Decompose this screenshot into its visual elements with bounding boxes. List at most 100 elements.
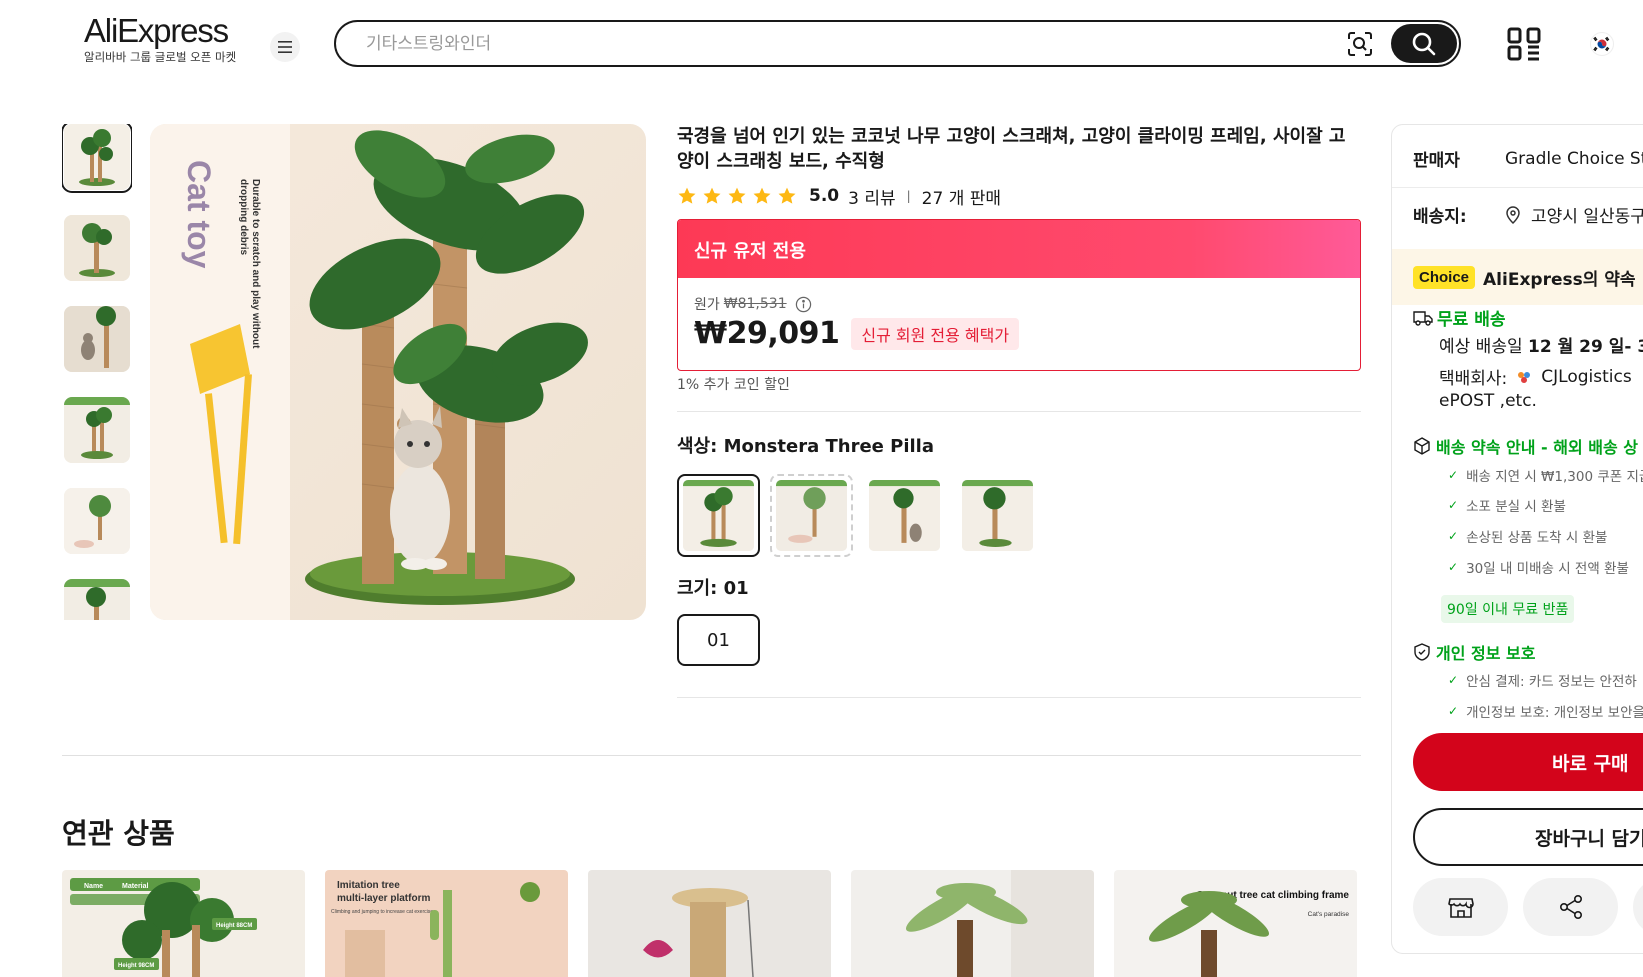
original-price-row: 원가 ₩81,531 bbox=[694, 294, 812, 314]
courier-name: CJLogistics bbox=[1541, 366, 1632, 387]
purchase-panel: 판매자 Gradle Choice St 배송지: 고양시 일산동구 Choic… bbox=[1391, 124, 1643, 954]
promise-item-text: 손상된 상품 도착 시 환불 bbox=[1466, 530, 1608, 546]
related-card-heading-2: multi-layer platform bbox=[337, 893, 430, 904]
search-button[interactable] bbox=[1391, 24, 1457, 63]
promise-item-text: 소포 분실 시 환불 bbox=[1466, 499, 1566, 515]
product-thumbnail-image bbox=[64, 579, 130, 620]
menu-button[interactable] bbox=[270, 32, 300, 62]
related-product-card[interactable]: Coconut tree cat climbing frame Cat's pa… bbox=[1114, 870, 1357, 977]
related-card-subheading: Cat's paradise bbox=[1308, 911, 1350, 918]
search-bar bbox=[334, 20, 1461, 67]
related-tag-height-98: Height 98CM bbox=[118, 963, 154, 969]
product-thumbnail-image bbox=[64, 488, 130, 554]
divider bbox=[677, 411, 1361, 412]
star-icon bbox=[753, 187, 771, 204]
privacy-item-text: 개인정보 보호: 개인정보 보안을 bbox=[1466, 705, 1643, 721]
box-icon bbox=[1414, 437, 1430, 455]
language-selector[interactable] bbox=[1590, 32, 1614, 56]
delivery-promise-label: 배송 약속 안내 - 해외 배송 상 bbox=[1436, 438, 1638, 457]
choice-promise-text: AliExpress의 약속 bbox=[1483, 269, 1636, 290]
buy-now-button[interactable]: 바로 구매 bbox=[1413, 733, 1643, 791]
color-option-2[interactable] bbox=[770, 474, 853, 557]
original-price: ₩81,531 bbox=[723, 296, 787, 312]
ship-to-value[interactable]: 고양시 일산동구 bbox=[1531, 202, 1643, 227]
size-label: 크기: 01 bbox=[677, 578, 749, 599]
free-return-badge: 90일 이내 무료 반품 bbox=[1441, 595, 1575, 623]
color-option-1[interactable] bbox=[677, 474, 760, 557]
related-tag-material: Material bbox=[122, 883, 149, 890]
related-card-subheading: Climbing and jumping to increase cat exe… bbox=[331, 909, 433, 915]
location-pin-icon bbox=[1506, 205, 1520, 224]
thumbnail-5[interactable] bbox=[64, 488, 130, 554]
share-icon bbox=[1559, 894, 1582, 919]
delivery-label: 예상 배송일 bbox=[1439, 337, 1523, 357]
wishlist-button[interactable] bbox=[1633, 878, 1643, 936]
sale-price: ₩29,091 bbox=[694, 316, 840, 351]
app-download-button[interactable] bbox=[1506, 26, 1542, 62]
related-card-heading-1: Imitation tree bbox=[337, 880, 400, 891]
logo-wordmark: AliExpress bbox=[84, 12, 229, 49]
product-thumbnail-image bbox=[64, 306, 130, 372]
rating-row: 5.0 3 리뷰 | 27 개 판매 bbox=[677, 183, 1001, 209]
check-icon: ✓ bbox=[1448, 704, 1459, 718]
product-thumbnail-image bbox=[64, 215, 130, 281]
shield-icon bbox=[1414, 643, 1430, 661]
related-product-card[interactable]: Name Material Height 88CM Height 98CM bbox=[62, 870, 305, 977]
color-option-3[interactable] bbox=[863, 474, 946, 557]
privacy-title[interactable]: 개인 정보 보호 bbox=[1413, 640, 1535, 664]
aliexpress-logo[interactable]: AliExpress 알리바바 그룹 글로벌 오픈 마켓 bbox=[84, 14, 244, 65]
courier-label: 택배회사: bbox=[1439, 369, 1508, 389]
divider bbox=[62, 755, 1361, 756]
add-to-cart-button[interactable]: 장바구니 담기 bbox=[1413, 808, 1643, 866]
delivery-date: 12 월 29 일- 3 bbox=[1528, 337, 1643, 357]
search-icon bbox=[1412, 32, 1436, 55]
star-rating[interactable] bbox=[677, 186, 797, 206]
rating-value: 5.0 bbox=[809, 186, 840, 206]
image-caption-1: Durable to scratch and play without bbox=[250, 179, 261, 349]
check-icon: ✓ bbox=[1448, 560, 1459, 574]
thumbnail-1[interactable] bbox=[62, 124, 132, 193]
promise-item: ✓ 배송 지연 시 ₩1,300 쿠폰 지급 bbox=[1448, 465, 1643, 485]
related-product-card[interactable]: Imitation tree multi-layer platform Clim… bbox=[325, 870, 568, 977]
ship-to-label: 배송지: bbox=[1413, 207, 1467, 227]
related-product-image bbox=[851, 870, 1094, 977]
courier-logo-icon bbox=[1518, 371, 1531, 383]
search-input[interactable] bbox=[366, 31, 1266, 57]
share-button[interactable] bbox=[1523, 878, 1618, 936]
color-option-4[interactable] bbox=[956, 474, 1039, 557]
thumbnail-2[interactable] bbox=[64, 215, 130, 281]
size-option-01[interactable]: 01 bbox=[677, 614, 760, 666]
thumbnail-6[interactable] bbox=[64, 579, 130, 620]
original-price-label: 원가 bbox=[694, 297, 720, 313]
free-shipping-label: 무료 배송 bbox=[1437, 310, 1506, 330]
new-user-promo-box: 신규 유저 전용 원가 ₩81,531 ₩29,091 신규 회원 전용 혜택가 bbox=[677, 219, 1361, 371]
promise-item-text: 30일 내 미배송 시 전액 환불 bbox=[1466, 561, 1629, 577]
choice-badge: Choice bbox=[1413, 265, 1476, 289]
related-product-card[interactable] bbox=[588, 870, 831, 977]
image-search-button[interactable] bbox=[1347, 31, 1373, 57]
review-count[interactable]: 3 리뷰 bbox=[848, 184, 896, 209]
promise-item: ✓ 30일 내 미배송 시 전액 환불 bbox=[1448, 557, 1629, 577]
related-product-image bbox=[588, 870, 831, 977]
related-product-card[interactable] bbox=[851, 870, 1094, 977]
seller-name[interactable]: Gradle Choice St bbox=[1505, 149, 1643, 169]
main-product-image[interactable]: Cat toy Durable to scratch and play with… bbox=[150, 124, 646, 620]
promise-item-text: 배송 지연 시 ₩1,300 쿠폰 지급 bbox=[1466, 469, 1643, 485]
info-icon[interactable] bbox=[795, 296, 812, 313]
seller-label: 판매자 bbox=[1413, 151, 1460, 171]
image-text-cat-toy: Cat toy bbox=[181, 160, 217, 269]
related-product-image: Name Material Height 88CM Height 98CM bbox=[62, 870, 305, 977]
delivery-promise-title[interactable]: 배송 약속 안내 - 해외 배송 상 bbox=[1413, 434, 1638, 458]
check-icon: ✓ bbox=[1448, 498, 1459, 512]
price-badge: 신규 회원 전용 혜택가 bbox=[851, 317, 1020, 350]
related-product-image: Coconut tree cat climbing frame Cat's pa… bbox=[1114, 870, 1357, 977]
sold-count: 27 개 판매 bbox=[921, 188, 1002, 209]
store-button[interactable] bbox=[1413, 878, 1508, 936]
related-product-image: Imitation tree multi-layer platform Clim… bbox=[325, 870, 568, 977]
related-products-list: Name Material Height 88CM Height 98CM Im… bbox=[62, 870, 1357, 977]
product-title: 국경을 넘어 인기 있는 코코넛 나무 고양이 스크래쳐, 고양이 클라이밍 프… bbox=[677, 126, 1346, 172]
thumbnail-4[interactable] bbox=[64, 397, 130, 463]
price-row: ₩29,091 신규 회원 전용 혜택가 bbox=[694, 316, 1020, 351]
qr-code-icon bbox=[1507, 27, 1541, 61]
thumbnail-3[interactable] bbox=[64, 306, 130, 372]
